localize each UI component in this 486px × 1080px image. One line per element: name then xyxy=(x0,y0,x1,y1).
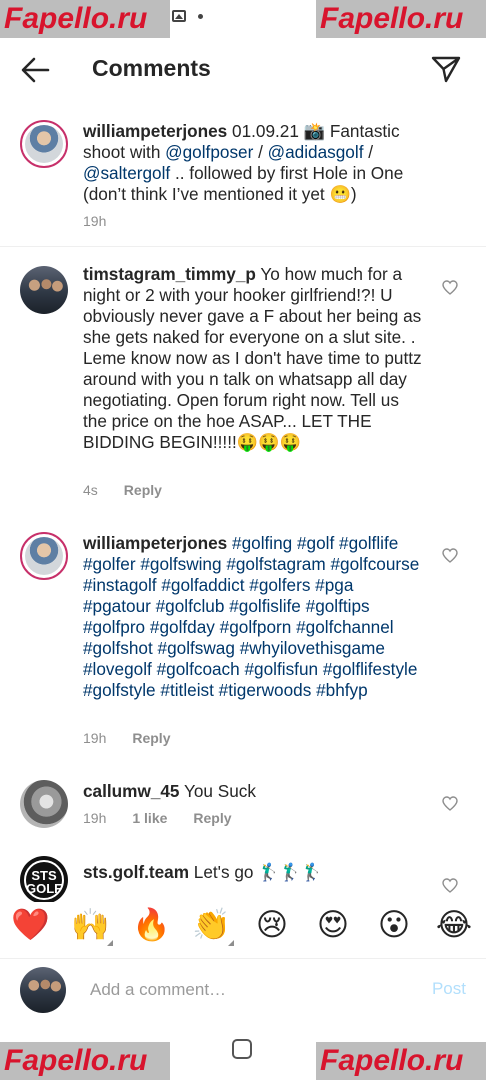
status-bar xyxy=(172,10,203,22)
comment-hashtags[interactable]: #golfing #golf #golflife #golfer #golfsw… xyxy=(83,533,419,700)
like-heart-icon[interactable] xyxy=(442,548,458,563)
watermark-bottom-right: Fapello.ru xyxy=(316,1042,486,1080)
home-button-icon[interactable] xyxy=(232,1039,252,1059)
comment-username[interactable]: sts.golf.team xyxy=(83,862,189,882)
comment-meta: 19h Reply xyxy=(83,730,196,746)
comment-body: Let's go 🏌️‍♂️🏌️‍♂️🏌️‍♂️ xyxy=(189,862,323,882)
comments-header: Comments xyxy=(0,44,486,96)
comment-text: sts.golf.team Let's go 🏌️‍♂️🏌️‍♂️🏌️‍♂️ xyxy=(83,862,423,883)
comment-input[interactable] xyxy=(90,977,390,1003)
avatar[interactable]: STS GOLF xyxy=(20,856,68,904)
post-button[interactable]: Post xyxy=(432,979,466,999)
reply-button[interactable]: Reply xyxy=(193,810,231,826)
comment-text: timstagram_timmy_p Yo how much for a nig… xyxy=(83,264,423,453)
comment-username[interactable]: williampeterjones xyxy=(83,121,227,141)
emoji-raised-hands-icon[interactable]: 🙌 xyxy=(71,906,113,946)
comment-body: You Suck xyxy=(179,781,256,801)
emoji-heart-icon[interactable]: ❤️ xyxy=(11,906,50,944)
variant-indicator-icon xyxy=(107,940,113,946)
comment-time: 19h xyxy=(83,730,107,746)
comment-username[interactable]: timstagram_timmy_p xyxy=(83,264,256,284)
comment-text: williampeterjones #golfing #golf #golfli… xyxy=(83,533,423,701)
avatar-logo-text: STS GOLF xyxy=(24,860,64,900)
emoji-quick-bar: ❤️ 🙌 🔥 👏 😢 😍 😮 😂 xyxy=(0,902,486,950)
send-direct-icon[interactable] xyxy=(430,54,462,84)
avatar[interactable] xyxy=(20,120,68,168)
comment-meta: 4s Reply xyxy=(83,482,188,498)
comment-text: callumw_45 You Suck xyxy=(83,781,423,802)
like-heart-icon[interactable] xyxy=(442,796,458,811)
like-heart-icon[interactable] xyxy=(442,280,458,295)
variant-indicator-icon xyxy=(228,940,234,946)
current-user-avatar xyxy=(20,967,66,1013)
comment-time: 19h xyxy=(83,213,107,229)
emoji-heart-eyes-icon[interactable]: 😍 xyxy=(314,906,352,944)
comment-username[interactable]: callumw_45 xyxy=(83,781,180,801)
comment-body-segment: / xyxy=(363,142,374,162)
emoji-crying-icon[interactable]: 😢 xyxy=(253,906,291,944)
like-count[interactable]: 1 like xyxy=(132,810,167,826)
avatar[interactable] xyxy=(20,532,68,580)
emoji-surprised-icon[interactable]: 😮 xyxy=(375,906,413,944)
emoji-laughing-icon[interactable]: 😂 xyxy=(435,906,473,944)
image-notification-icon xyxy=(172,10,186,22)
mention-link[interactable]: @adidasgolf xyxy=(268,142,364,162)
comment-meta: 19h 1 like Reply xyxy=(83,810,258,826)
emoji-fire-icon[interactable]: 🔥 xyxy=(132,906,171,944)
watermark-top-right: Fapello.ru xyxy=(316,0,486,38)
mention-link[interactable]: @saltergolf xyxy=(83,163,170,183)
watermark-bottom-left: Fapello.ru xyxy=(0,1042,170,1080)
emoji-clap-icon[interactable]: 👏 xyxy=(192,906,234,946)
like-heart-icon[interactable] xyxy=(442,878,458,893)
divider xyxy=(0,246,486,247)
comment-text: williampeterjones 01.09.21 📸 Fantastic s… xyxy=(83,121,423,205)
reply-button[interactable]: Reply xyxy=(124,482,162,498)
comment-composer: Post xyxy=(0,958,486,1020)
avatar[interactable] xyxy=(20,266,68,314)
comment-body-segment: / xyxy=(253,142,268,162)
page-title: Comments xyxy=(92,55,211,81)
comment-body: Yo how much for a night or 2 with your h… xyxy=(83,264,422,452)
watermark-top-left: Fapello.ru xyxy=(0,0,170,38)
reply-button[interactable]: Reply xyxy=(132,730,170,746)
avatar[interactable] xyxy=(20,780,68,828)
comment-meta: 19h xyxy=(83,213,132,229)
comment-time: 4s xyxy=(83,482,98,498)
comment-time: 19h xyxy=(83,810,107,826)
mention-link[interactable]: @golfposer xyxy=(165,142,253,162)
back-arrow-icon[interactable] xyxy=(18,54,54,86)
comment-username[interactable]: williampeterjones xyxy=(83,533,227,553)
notification-dot-icon xyxy=(198,13,203,19)
